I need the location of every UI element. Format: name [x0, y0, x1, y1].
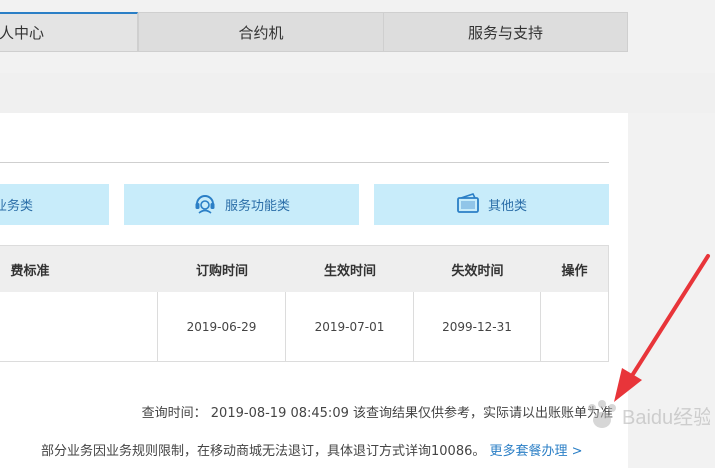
table-cell: [0, 292, 157, 362]
baidu-watermark: Baidu经验: [570, 392, 713, 442]
headset-icon: [193, 191, 217, 219]
col-fee-standard: 费标准: [10, 263, 50, 279]
table-cell-action[interactable]: [541, 292, 608, 362]
more-plans-link[interactable]: 更多套餐办理 >: [490, 444, 583, 459]
card-icon: [456, 192, 480, 218]
tab-contract-phone[interactable]: 合约机: [138, 12, 384, 52]
tab-label: 服务与支持: [467, 23, 543, 42]
tab-label: 合约机: [238, 23, 284, 42]
col-effective-time: 生效时间: [323, 263, 376, 279]
rule-note: 部分业务因业务规则限制，在移动商城无法退订，具体退订方式详询10086。 更多套…: [41, 440, 583, 459]
subscription-table: 费标准 订购时间 生效时间 失效时间 操作 2019-06-29 2019-07…: [0, 245, 609, 362]
category-label: 业务类: [0, 199, 34, 214]
rule-text: 部分业务因业务规则限制，在移动商城无法退订，具体退订方式详询10086。: [41, 444, 486, 459]
category-label: 其他类: [487, 199, 527, 214]
table-cell-order-date: 2019-06-29: [186, 320, 257, 334]
col-order-time: 订购时间: [195, 263, 248, 279]
col-expire-time: 失效时间: [451, 263, 504, 279]
category-label: 服务功能类: [224, 199, 290, 214]
tab-label: 人中心: [0, 24, 45, 42]
col-action: 操作: [561, 263, 588, 279]
nav-filler: [628, 0, 715, 73]
table-cell-effective-date: 2019-07-01: [314, 320, 385, 334]
query-time-note: 查询时间： 2019-08-19 08:45:09 该查询结果仅供参考，实际请以…: [141, 406, 613, 421]
category-other[interactable]: 其他类: [374, 184, 609, 225]
category-business[interactable]: 业务类: [0, 184, 109, 225]
tab-service-support[interactable]: 服务与支持: [383, 12, 628, 52]
category-service-function[interactable]: 服务功能类: [124, 184, 359, 225]
section-divider: [0, 162, 609, 163]
watermark-text: Baidu经验: [622, 406, 710, 429]
table-header: 费标准 订购时间 生效时间 失效时间 操作: [0, 246, 608, 292]
tab-personal-center[interactable]: 人中心: [0, 12, 138, 52]
red-arrow-annotation: [614, 254, 710, 402]
header-band: [0, 73, 715, 113]
table-cell-expire-date: 2099-12-31: [442, 320, 512, 334]
top-nav: 人中心 合约机 服务与支持: [0, 0, 715, 73]
